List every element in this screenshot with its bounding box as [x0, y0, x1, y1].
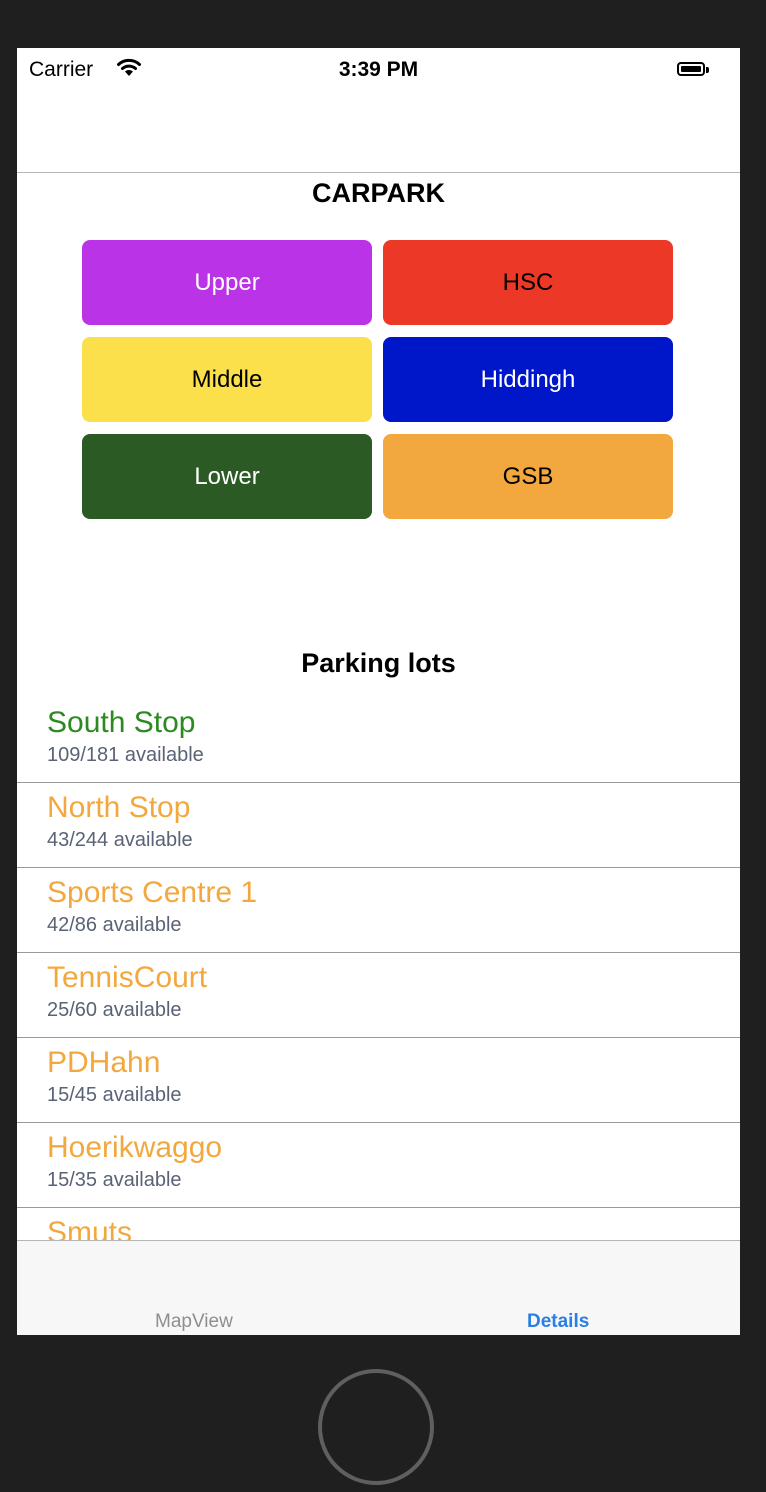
list-item[interactable]: Hoerikwaggo 15/35 available	[17, 1123, 740, 1208]
lower-button[interactable]: Lower	[82, 434, 372, 519]
list-item[interactable]: TennisCourt 25/60 available	[17, 953, 740, 1038]
list-item[interactable]: South Stop 109/181 available	[17, 698, 740, 783]
upper-button[interactable]: Upper	[82, 240, 372, 325]
app-screen: Carrier 3:39 PM CARPARK Upper HSC Middle…	[17, 48, 740, 1335]
lot-name: TennisCourt	[47, 961, 208, 994]
status-time: 3:39 PM	[338, 58, 419, 81]
home-button[interactable]	[318, 1369, 434, 1485]
hiddingh-button[interactable]: Hiddingh	[383, 337, 673, 422]
list-item[interactable]: North Stop 43/244 available	[17, 783, 740, 868]
lot-name: Sports Centre 1	[47, 876, 258, 909]
lot-name: Smuts	[47, 1216, 133, 1240]
page-title: CARPARK	[312, 178, 445, 208]
list-item[interactable]: PDHahn 15/45 available	[17, 1038, 740, 1123]
lot-availability: 15/35 available	[47, 1169, 182, 1191]
hsc-button[interactable]: HSC	[383, 240, 673, 325]
tab-details[interactable]: Details	[527, 1311, 589, 1333]
lot-availability: 109/181 available	[47, 744, 204, 766]
lot-name: PDHahn	[47, 1046, 161, 1079]
lot-name: North Stop	[47, 791, 191, 824]
lot-name: Hoerikwaggo	[47, 1131, 223, 1164]
parking-lot-list[interactable]: South Stop 109/181 available North Stop …	[17, 698, 740, 1240]
lot-name: South Stop	[47, 706, 196, 739]
parking-lots-heading: Parking lots	[301, 648, 456, 678]
lot-availability: 15/45 available	[47, 1084, 182, 1106]
battery-icon	[677, 62, 709, 76]
list-item[interactable]: Smuts	[17, 1208, 740, 1240]
gsb-button[interactable]: GSB	[383, 434, 673, 519]
tab-mapview[interactable]: MapView	[155, 1311, 233, 1333]
list-item[interactable]: Sports Centre 1 42/86 available	[17, 868, 740, 953]
status-bar: Carrier 3:39 PM	[17, 48, 740, 88]
lot-availability: 25/60 available	[47, 999, 182, 1021]
middle-button[interactable]: Middle	[82, 337, 372, 422]
lot-availability: 43/244 available	[47, 829, 193, 851]
tab-bar: MapView Details	[17, 1240, 740, 1335]
lot-availability: 42/86 available	[47, 914, 182, 936]
navbar-divider	[17, 172, 740, 173]
